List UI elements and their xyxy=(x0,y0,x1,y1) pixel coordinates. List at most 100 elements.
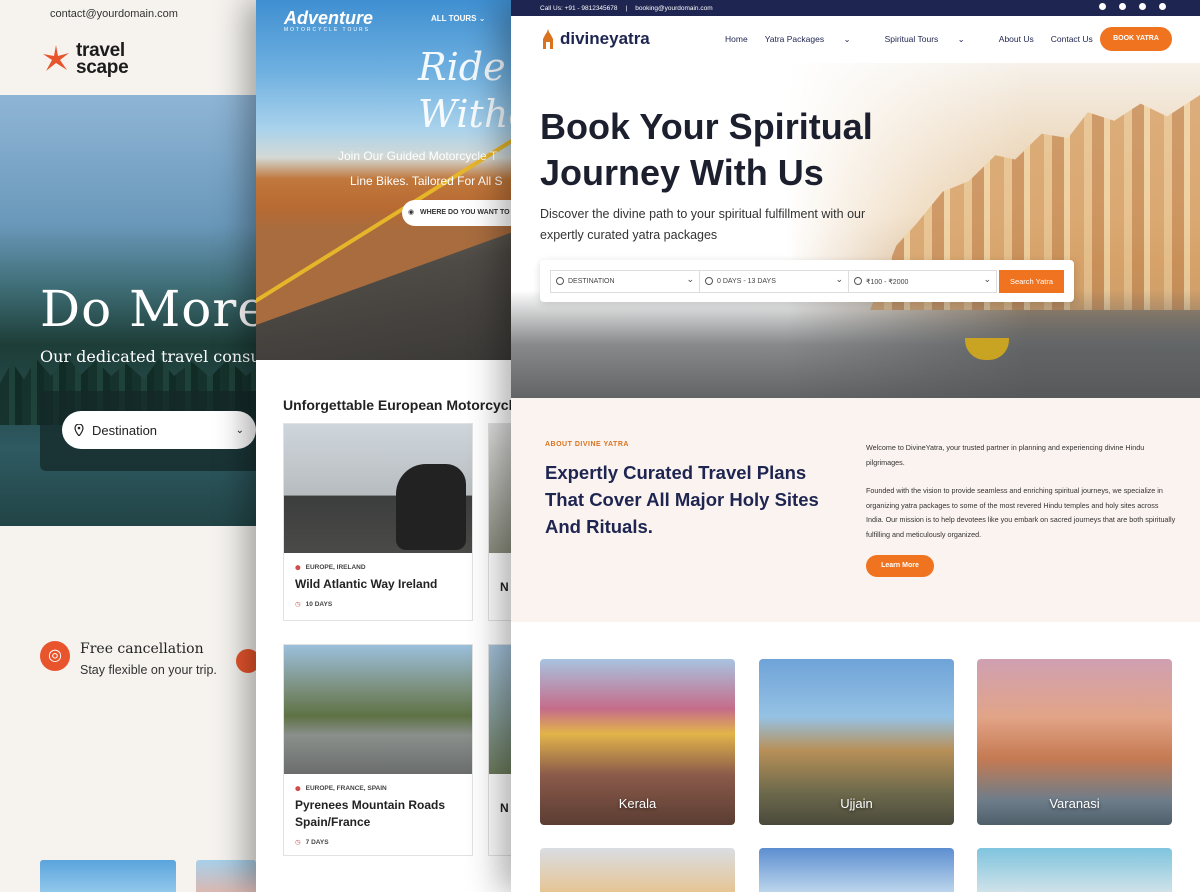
tour-card[interactable]: EUROPE, IRELAND Wild Atlantic Way Irelan… xyxy=(283,423,473,621)
hero-subtitle: Our dedicated travel consu xyxy=(40,347,261,366)
destination-card[interactable] xyxy=(540,848,735,892)
main-nav: Home Yatra Packages ⌄ Spiritual Tours ⌄ … xyxy=(725,34,1110,45)
nav-about[interactable]: About Us xyxy=(999,34,1034,45)
whatsapp-icon[interactable] xyxy=(1159,3,1166,10)
currency-icon xyxy=(854,277,862,285)
destination-value: DESTINATION xyxy=(568,278,615,285)
lifebuoy-icon: ◎ xyxy=(40,641,70,671)
duration-select[interactable]: 0 DAYS - 13 DAYS xyxy=(699,270,849,293)
clock-icon xyxy=(705,277,713,285)
temple-logo-icon xyxy=(543,29,553,49)
nav-yatra-packages[interactable]: Yatra Packages ⌄ xyxy=(765,34,868,45)
map-pin-icon xyxy=(74,424,84,436)
social-links xyxy=(1099,3,1166,10)
feature-title: Free cancellation xyxy=(80,641,204,657)
destination-card[interactable] xyxy=(759,848,954,892)
about-title-line-3: And Rituals. xyxy=(545,516,653,537)
brand-name: Adventure xyxy=(284,8,374,28)
hero-lead-line-1: Discover the divine path to your spiritu… xyxy=(540,207,866,221)
nav-contact[interactable]: Contact Us xyxy=(1051,34,1093,45)
topbar-email[interactable]: booking@yourdomain.com xyxy=(635,5,712,12)
chevron-down-icon: ⌄ xyxy=(957,34,965,44)
topbar-divider: | xyxy=(625,4,628,12)
logo-line-2: scape xyxy=(76,57,129,78)
hero-lead: Discover the divine path to your spiritu… xyxy=(540,204,865,246)
brand-tagline: MOTORCYCLE TOURS xyxy=(284,27,370,33)
about-title-line-1: Expertly Curated Travel Plans xyxy=(545,462,807,483)
adventure-page: Adventure MOTORCYCLE TOURS ALL TOURS ⌄ R… xyxy=(256,0,546,892)
yatra-search-form: DESTINATION 0 DAYS - 13 DAYS ₹100 - ₹200… xyxy=(540,260,1074,302)
divineyatra-logo[interactable]: divineyatra xyxy=(540,29,650,49)
budget-value: ₹100 - ₹2000 xyxy=(866,279,909,286)
map-pin-icon: ◉ xyxy=(408,209,415,216)
search-yatra-button[interactable]: Search Yatra xyxy=(999,270,1064,293)
tour-name: Wild Atlantic Way Ireland xyxy=(295,577,438,591)
tour-tags: EUROPE, FRANCE, SPAIN xyxy=(295,785,472,792)
duration-value: 0 DAYS - 13 DAYS xyxy=(717,278,776,285)
travelscape-logo[interactable]: travel scape xyxy=(40,41,129,78)
tour-days: 10 DAYS xyxy=(295,600,472,608)
tour-image xyxy=(284,424,472,553)
nav-home[interactable]: Home xyxy=(725,34,748,45)
chevron-down-icon: ⌄ xyxy=(235,424,244,436)
hero-lead-line-2: Line Bikes. Tailored For All S xyxy=(350,174,503,188)
book-yatra-button[interactable]: BOOK YATRA xyxy=(1100,27,1172,51)
hero-title-line-2: Journey With Us xyxy=(540,152,824,193)
tour-tags: EUROPE, IRELAND xyxy=(295,564,472,571)
destination-card-varanasi[interactable]: Varanasi xyxy=(977,659,1172,825)
divineyatra-page: Call Us: +91 - 9812345678 | booking@your… xyxy=(511,0,1200,892)
nav-spiritual-tours[interactable]: Spiritual Tours ⌄ xyxy=(885,34,982,45)
instagram-icon[interactable] xyxy=(1119,3,1126,10)
feature-free-cancellation: ◎ Free cancellation Stay flexible on you… xyxy=(40,641,217,677)
destination-card[interactable] xyxy=(977,848,1172,892)
section-title: Unforgettable European Motorcycle xyxy=(283,397,521,413)
thumbnail-image[interactable] xyxy=(196,860,256,892)
motorcycle-rider xyxy=(396,464,466,550)
hero-lead-line-1: Join Our Guided Motorcycle T xyxy=(338,149,498,163)
destination-label: Varanasi xyxy=(1049,796,1100,811)
about-paragraph-1: Welcome to DivineYatra, your trusted par… xyxy=(866,443,1145,467)
topbar-phone[interactable]: Call Us: +91 - 9812345678 xyxy=(540,5,618,12)
budget-select[interactable]: ₹100 - ₹2000 xyxy=(848,270,997,293)
hero-lead-line-2: expertly curated yatra packages xyxy=(540,228,718,242)
travelscape-page: contact@yourdomain.com travel scape Do M… xyxy=(0,0,300,892)
destination-card-ujjain[interactable]: Ujjain xyxy=(759,659,954,825)
destination-label: Destination xyxy=(92,422,158,438)
about-kicker: ABOUT DIVINE YATRA xyxy=(545,441,629,448)
destination-select[interactable]: DESTINATION xyxy=(550,270,700,293)
adventure-logo[interactable]: Adventure MOTORCYCLE TOURS xyxy=(284,8,373,33)
logo-text: divineyatra xyxy=(560,29,650,48)
feature-subtitle: Stay flexible on your trip. xyxy=(80,663,217,677)
about-copy: Welcome to DivineYatra, your trusted par… xyxy=(866,441,1176,542)
star-logo-icon xyxy=(43,45,69,71)
about-section: ABOUT DIVINE YATRA Expertly Curated Trav… xyxy=(511,398,1200,622)
chevron-down-icon: ⌄ xyxy=(843,34,851,44)
tour-card[interactable]: EUROPE, FRANCE, SPAIN Pyrenees Mountain … xyxy=(283,644,473,856)
about-paragraph-2: Founded with the vision to provide seaml… xyxy=(866,486,1176,539)
hero-title-line-1: Book Your Spiritual xyxy=(540,106,873,147)
contact-email[interactable]: contact@yourdomain.com xyxy=(0,0,300,28)
about-title-line-2: That Cover All Major Holy Sites xyxy=(545,489,819,510)
destination-label: Kerala xyxy=(618,796,657,811)
about-title: Expertly Curated Travel Plans That Cover… xyxy=(545,459,819,540)
destination-select[interactable]: Destination ⌄ xyxy=(62,411,256,449)
chevron-down-icon: ⌄ xyxy=(478,14,486,23)
tour-image xyxy=(284,645,472,774)
search-pill-label: WHERE DO YOU WANT TO xyxy=(420,209,510,216)
nav-all-tours[interactable]: ALL TOURS ⌄ xyxy=(431,14,485,23)
learn-more-button[interactable]: Learn More xyxy=(866,555,934,577)
hero-lead: Join Our Guided Motorcycle T Line Bikes.… xyxy=(338,144,503,194)
facebook-icon[interactable] xyxy=(1099,3,1106,10)
destination-card-kerala[interactable]: Kerala xyxy=(540,659,735,825)
tour-name: Pyrenees Mountain Roads Spain/France xyxy=(295,798,446,829)
collage: contact@yourdomain.com travel scape Do M… xyxy=(0,0,1200,892)
destination-label: Ujjain xyxy=(840,796,873,811)
river-water xyxy=(511,290,1200,399)
thumbnail-image[interactable] xyxy=(40,860,176,892)
youtube-icon[interactable] xyxy=(1139,3,1146,10)
hero-title: Book Your Spiritual Journey With Us xyxy=(540,104,873,196)
nav-label: ALL TOURS xyxy=(431,14,477,23)
hero-title: Do More xyxy=(40,280,268,338)
map-pin-icon xyxy=(556,277,564,285)
nav-label: Yatra Packages xyxy=(764,34,825,44)
